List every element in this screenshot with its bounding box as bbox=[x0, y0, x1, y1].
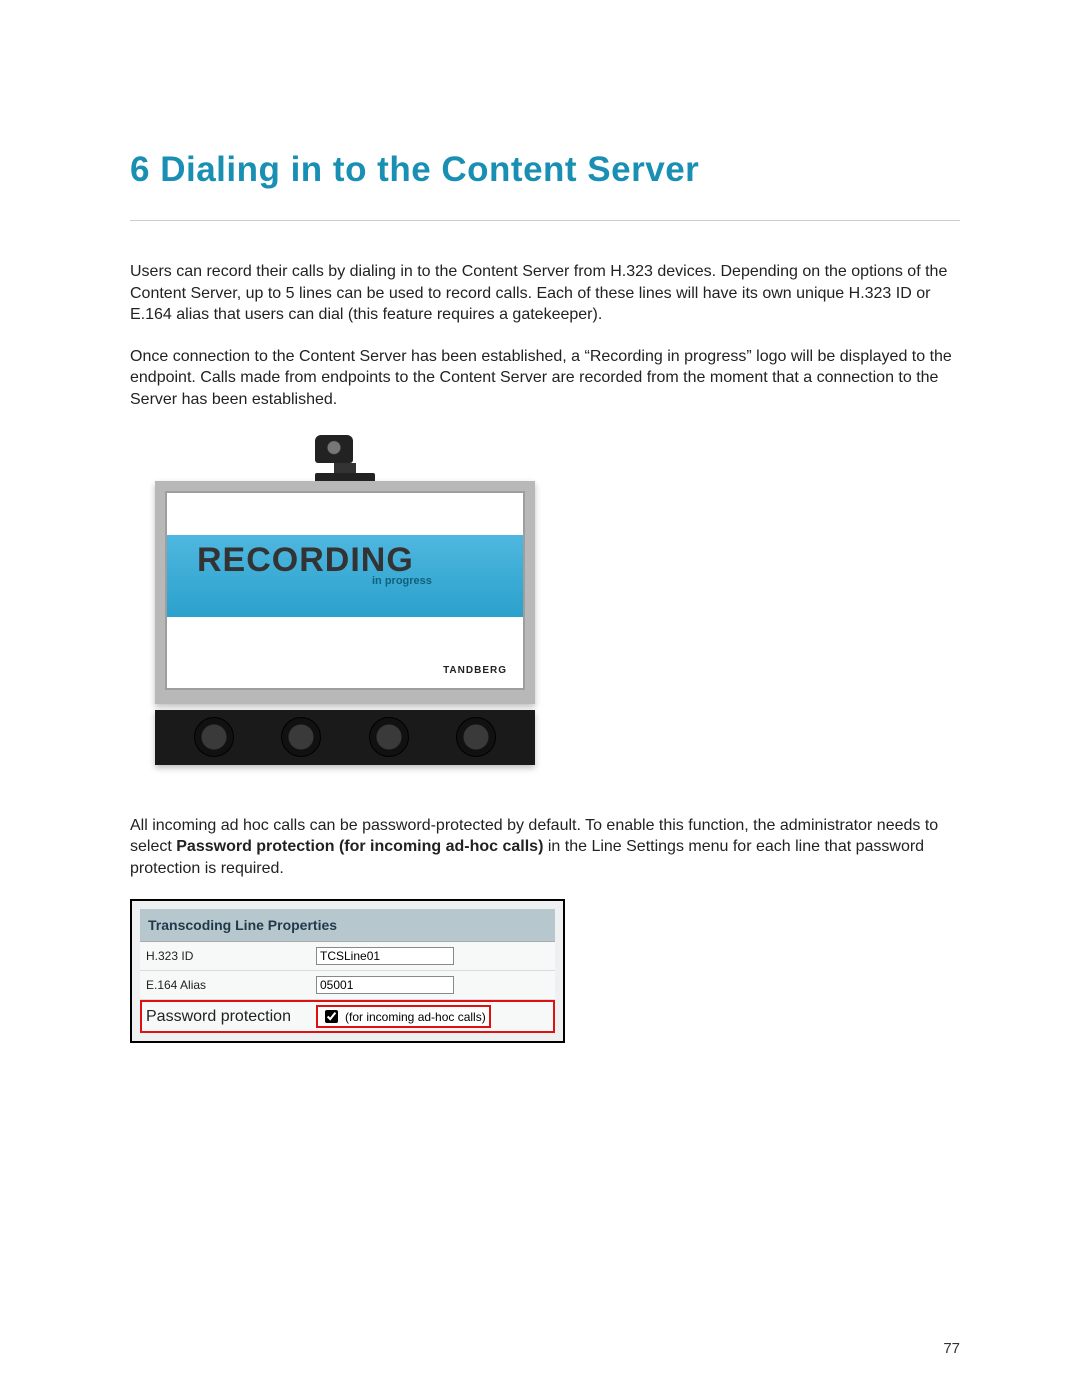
e164-input[interactable] bbox=[316, 976, 454, 994]
e164-label: E.164 Alias bbox=[146, 978, 316, 992]
chapter-heading: 6 Dialing in to the Content Server bbox=[130, 150, 960, 190]
row-password-protection: Password protection (for incoming ad-hoc… bbox=[140, 1000, 555, 1033]
speaker-icon bbox=[369, 717, 409, 757]
recording-monitor-figure: RECORDING in progress TANDBERG bbox=[155, 436, 960, 765]
brand-label: TANDBERG bbox=[443, 665, 507, 676]
page-number: 77 bbox=[943, 1340, 960, 1357]
soundbar bbox=[155, 710, 535, 765]
speaker-icon bbox=[194, 717, 234, 757]
password-protection-label: Password protection bbox=[146, 1008, 316, 1026]
camera-icon bbox=[315, 435, 375, 481]
row-h323: H.323 ID bbox=[140, 942, 555, 971]
row-e164: E.164 Alias bbox=[140, 971, 555, 1000]
paragraph-3: All incoming ad hoc calls can be passwor… bbox=[130, 815, 960, 880]
speaker-icon bbox=[281, 717, 321, 757]
h323-label: H.323 ID bbox=[146, 949, 316, 963]
password-protection-checkbox-label: (for incoming ad-hoc calls) bbox=[345, 1010, 486, 1024]
h323-input[interactable] bbox=[316, 947, 454, 965]
transcoding-panel: Transcoding Line Properties H.323 ID E.1… bbox=[130, 899, 565, 1043]
recording-sublabel: in progress bbox=[372, 575, 432, 587]
panel-title: Transcoding Line Properties bbox=[140, 909, 555, 942]
heading-rule bbox=[130, 220, 960, 221]
password-protection-checkbox[interactable] bbox=[325, 1010, 338, 1023]
paragraph-3-bold: Password protection (for incoming ad-hoc… bbox=[176, 838, 543, 855]
paragraph-2: Once connection to the Content Server ha… bbox=[130, 346, 960, 411]
speaker-icon bbox=[456, 717, 496, 757]
paragraph-1: Users can record their calls by dialing … bbox=[130, 261, 960, 326]
